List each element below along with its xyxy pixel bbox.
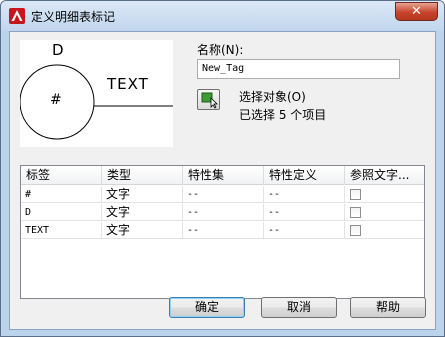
title-bar[interactable]: 定义明细表标记 ✕ xyxy=(1,1,444,31)
cell-property-definition: -- xyxy=(264,222,345,239)
select-objects-label: 选择对象(O) xyxy=(239,90,306,104)
cell-property-definition: -- xyxy=(264,204,345,221)
cell-tag: # xyxy=(21,186,102,203)
autocad-app-icon xyxy=(9,8,25,24)
cancel-button[interactable]: 取消 xyxy=(261,297,337,318)
cell-reference-text xyxy=(345,222,424,239)
dialog-window: 定义明细表标记 ✕ D TEXT # 名称(N): New_Tag 选择对象(O… xyxy=(0,0,445,337)
cell-property-definition: -- xyxy=(264,186,345,203)
cell-reference-text xyxy=(345,204,424,221)
name-input[interactable]: New_Tag xyxy=(197,59,400,79)
cell-type: 文字 xyxy=(102,204,183,221)
help-button[interactable]: 帮助 xyxy=(350,297,426,318)
cell-property-set: -- xyxy=(183,186,264,203)
tag-table: 标签 类型 特性集 特性定义 参照文字... # 文字 -- -- D 文字 -… xyxy=(20,165,425,299)
table-row[interactable]: # 文字 -- -- xyxy=(21,186,424,203)
column-header-property-definition[interactable]: 特性定义 xyxy=(264,166,345,185)
cell-type: 文字 xyxy=(102,222,183,239)
tag-preview: D TEXT # xyxy=(19,40,173,147)
table-header: 标签 类型 特性集 特性定义 参照文字... xyxy=(21,166,424,185)
cell-type: 文字 xyxy=(102,186,183,203)
reference-text-checkbox[interactable] xyxy=(350,189,361,200)
ok-button[interactable]: 确定 xyxy=(169,297,245,318)
reference-text-checkbox[interactable] xyxy=(350,207,361,218)
select-objects-icon xyxy=(201,92,218,109)
name-label: 名称(N): xyxy=(197,43,244,57)
table-row[interactable]: TEXT 文字 -- -- xyxy=(21,222,424,239)
preview-label-d: D xyxy=(52,41,64,59)
column-header-tag[interactable]: 标签 xyxy=(21,166,102,185)
dialog-body: D TEXT # 名称(N): New_Tag 选择对象(O) 已选择 5 个项… xyxy=(9,31,436,330)
selected-count-text: 已选择 5 个项目 xyxy=(239,108,327,122)
preview-label-hash: # xyxy=(50,92,62,108)
reference-text-checkbox[interactable] xyxy=(350,225,361,236)
preview-label-text: TEXT xyxy=(107,75,149,93)
cell-property-set: -- xyxy=(183,222,264,239)
close-button[interactable]: ✕ xyxy=(395,2,438,21)
table-row[interactable]: D 文字 -- -- xyxy=(21,204,424,221)
select-objects-button[interactable] xyxy=(197,89,220,110)
column-header-type[interactable]: 类型 xyxy=(102,166,183,185)
column-header-property-set[interactable]: 特性集 xyxy=(183,166,264,185)
cell-reference-text xyxy=(345,186,424,203)
cell-tag: D xyxy=(21,204,102,221)
cell-tag: TEXT xyxy=(21,222,102,239)
cell-property-set: -- xyxy=(183,204,264,221)
column-header-reference-text[interactable]: 参照文字... xyxy=(345,166,424,185)
window-title: 定义明细表标记 xyxy=(31,10,116,24)
